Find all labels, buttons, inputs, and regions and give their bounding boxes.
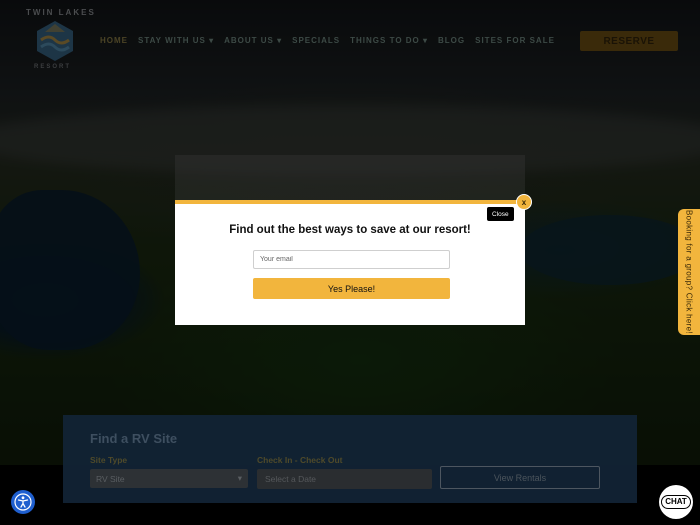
nav-specials[interactable]: SPECIALS <box>292 36 340 45</box>
site-type-value: RV Site <box>96 473 125 484</box>
email-signup-modal: x Close Find out the best ways to save a… <box>175 194 532 325</box>
nav-home[interactable]: HOME <box>100 36 128 45</box>
chat-label: CHAT <box>661 495 691 509</box>
site-header: TWIN LAKES RESORT HOME STAY WITH US ▾ AB… <box>0 0 700 80</box>
close-icon[interactable]: x <box>516 194 532 210</box>
welcome-banner <box>175 155 525 205</box>
finder-title: Find a RV Site <box>90 431 178 446</box>
logo-icon[interactable] <box>35 20 75 62</box>
reserve-button[interactable]: RESERVE <box>580 31 678 51</box>
chevron-down-icon: ▾ <box>237 473 242 483</box>
date-range-input[interactable]: Select a Date <box>257 469 432 489</box>
group-booking-tab[interactable]: Booking for a group? Click here! <box>678 209 700 335</box>
nav-things-to-do[interactable]: THINGS TO DO ▾ <box>350 36 428 45</box>
dates-label: Check In - Check Out <box>257 455 343 465</box>
nav-about-us[interactable]: ABOUT US ▾ <box>224 36 282 45</box>
rv-site-finder: Find a RV Site Site Type Check In - Chec… <box>63 415 637 503</box>
group-booking-label: Booking for a group? Click here! <box>684 210 694 334</box>
email-field[interactable] <box>253 250 450 269</box>
view-rentals-button[interactable]: View Rentals <box>440 466 600 489</box>
nav-sites-for-sale[interactable]: SITES FOR SALE <box>475 36 555 45</box>
nav-stay-with-us[interactable]: STAY WITH US ▾ <box>138 36 214 45</box>
site-type-label: Site Type <box>90 455 128 465</box>
nav-blog[interactable]: BLOG <box>438 36 465 45</box>
modal-title: Find out the best ways to save at our re… <box>229 224 471 236</box>
date-placeholder: Select a Date <box>265 474 317 484</box>
accessibility-button[interactable] <box>11 490 35 514</box>
site-type-select[interactable]: RV Site ▾ <box>90 469 248 488</box>
accessibility-icon <box>14 493 32 511</box>
chat-button[interactable]: CHAT <box>659 485 693 519</box>
brand-subtitle: RESORT <box>34 64 72 70</box>
close-tooltip: Close <box>487 207 514 221</box>
main-nav: HOME STAY WITH US ▾ ABOUT US ▾ SPECIALS … <box>100 36 555 45</box>
brand-name[interactable]: TWIN LAKES <box>26 8 96 17</box>
submit-button[interactable]: Yes Please! <box>253 278 450 299</box>
